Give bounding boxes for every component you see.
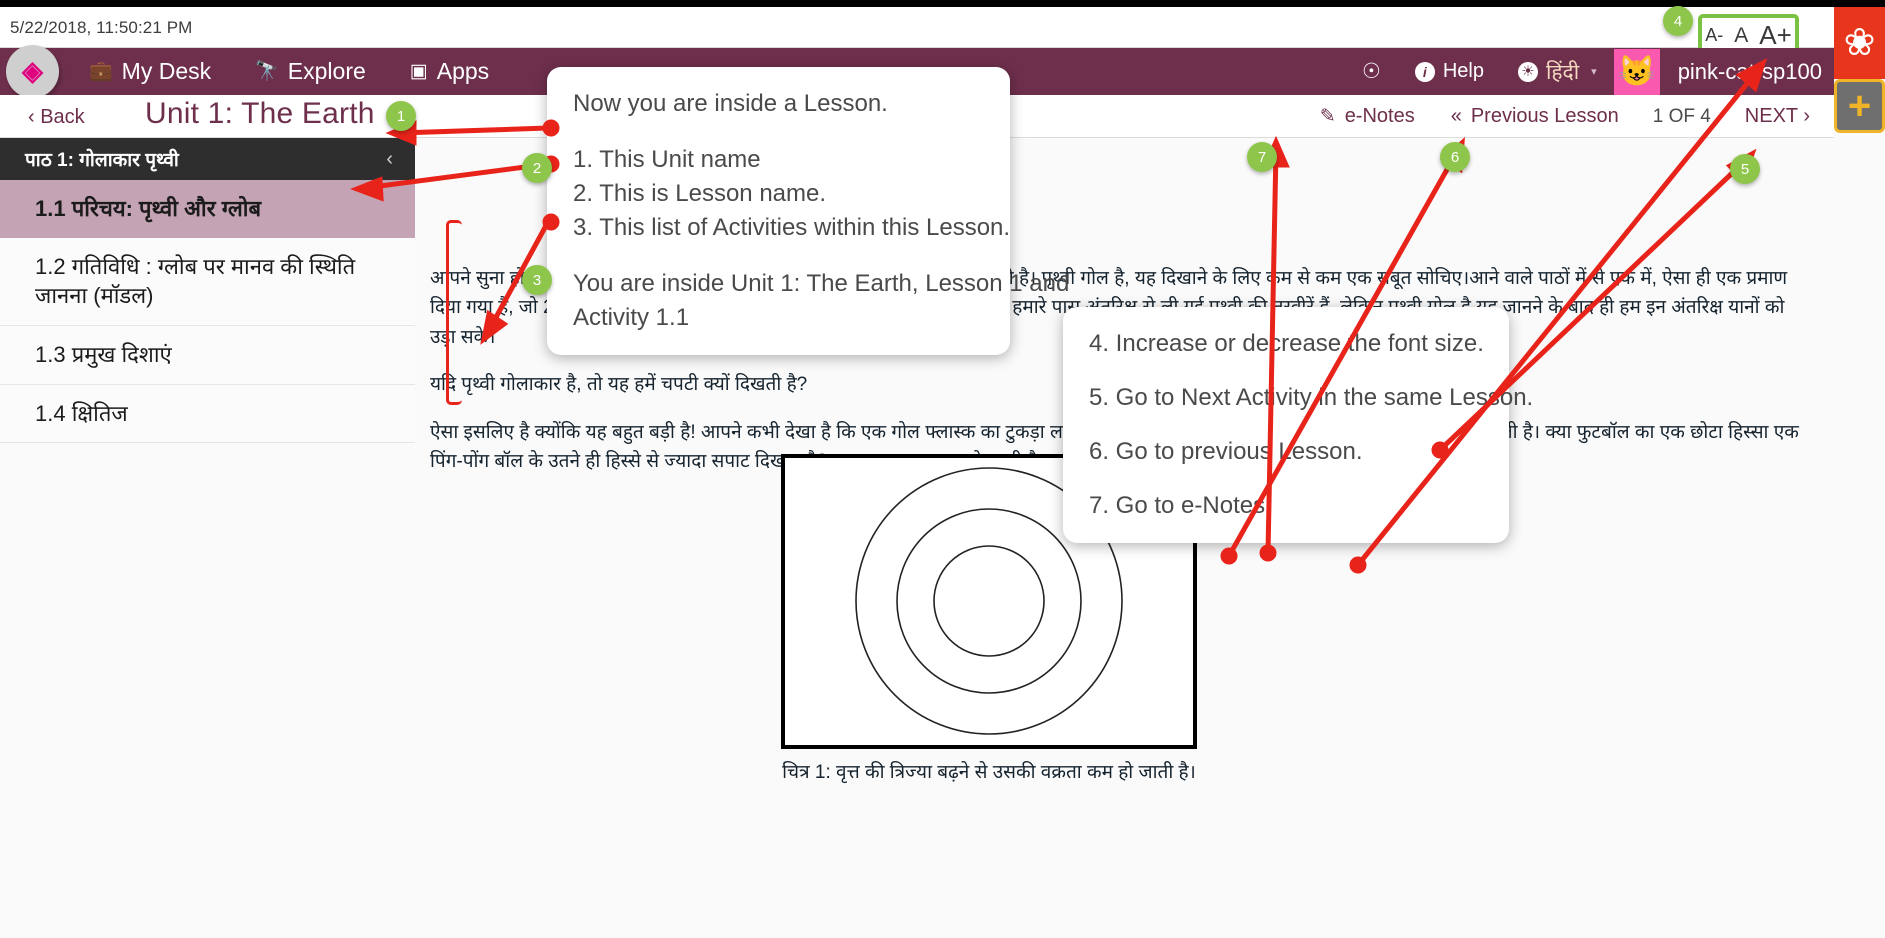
callout-footer-line-1: You are inside Unit 1: The Earth, Lesson… [573, 270, 1070, 298]
butterfly-icon: ❀ [1843, 22, 1876, 64]
plus-icon: + [1847, 84, 1872, 128]
add-button[interactable]: + [1834, 79, 1885, 133]
enotes-button[interactable]: ✎ e-Notes [1302, 105, 1433, 128]
top-black-strip [0, 0, 1885, 7]
next-activity-button[interactable]: NEXT › [1727, 105, 1834, 128]
marker-7: 7 [1247, 142, 1277, 172]
callout-item-3: 3. This list of Activities within this L… [573, 214, 1011, 242]
marker-3: 3 [522, 265, 552, 295]
previous-lesson-label: Previous Lesson [1470, 105, 1619, 127]
collapse-icon[interactable]: ‹ [386, 148, 393, 171]
activity-sidebar: पाठ 1: गोलाकार पृथ्वी ‹ 1.1 परिचय: पृथ्व… [0, 138, 415, 444]
nav-item-explore[interactable]: 🔭 Explore [255, 58, 366, 85]
callout-lesson-intro: Now you are inside a Lesson. 1. This Uni… [547, 67, 1070, 356]
lesson-header[interactable]: पाठ 1: गोलाकार पृथ्वी ‹ [0, 138, 415, 180]
info-icon: i [1414, 61, 1435, 82]
page-indicator: 1 OF 4 [1652, 105, 1711, 127]
sidebar-item-activity-1-3[interactable]: 1.3 प्रमुख दिशाएं [0, 326, 415, 385]
binoculars-icon: 🔭 [255, 61, 279, 82]
notifications-button[interactable]: ☉ [1345, 59, 1398, 84]
font-increase-button[interactable]: A+ [1759, 22, 1792, 48]
unit-title: Unit 1: The Earth [145, 97, 375, 130]
activity-list-highlight [446, 220, 462, 405]
callout-item-6: 6. Go to previous Lesson. [1089, 438, 1363, 466]
briefcase-icon: 💼 [89, 61, 113, 82]
username-label: pink-cat-sp100 [1677, 58, 1822, 84]
marker-4: 4 [1663, 6, 1693, 36]
avatar: 😺 [1613, 48, 1660, 95]
datetime-bar: 5/22/2018, 11:50:21 PM [0, 7, 1885, 48]
callout-item-2: 2. This is Lesson name. [573, 180, 827, 208]
nav-label-my-desk: My Desk [121, 58, 212, 84]
chevron-double-left-icon: « [1450, 105, 1462, 127]
datetime-text: 5/22/2018, 11:50:21 PM [10, 18, 193, 37]
marker-6: 6 [1440, 142, 1470, 172]
marker-2: 2 [522, 153, 552, 183]
nav-item-my-desk[interactable]: 💼 My Desk [89, 58, 211, 85]
sidebar-item-activity-1-4[interactable]: 1.4 क्षितिज [0, 384, 415, 444]
figure-caption: चित्र 1: वृत्त की त्रिज्या बढ़ने से उसकी… [782, 762, 1196, 783]
header-actions: ☉ i Help ☀ हिंदी ▾ 😺 pink-cat-sp100 [1345, 48, 1834, 95]
header-nav: 💼 My Desk 🔭 Explore ▣ Apps [89, 48, 489, 95]
next-label: NEXT › [1744, 105, 1810, 127]
callout-item-7: 7. Go to e-Notes [1089, 492, 1266, 520]
note-edit-icon: ✎ [1319, 106, 1336, 127]
apps-icon: ▣ [409, 61, 428, 82]
sidebar-item-activity-1-1[interactable]: 1.1 परिचय: पृथ्वी और ग्लोब [0, 180, 415, 238]
callout-item-1: 1. This Unit name [573, 146, 761, 174]
nav-label-explore: Explore [287, 58, 366, 84]
callout-intro-text: Now you are inside a Lesson. [573, 90, 888, 117]
previous-lesson-button[interactable]: « Previous Lesson [1433, 105, 1637, 128]
language-label: हिंदी [1545, 60, 1580, 84]
enotes-label: e-Notes [1344, 105, 1415, 127]
nav-item-apps[interactable]: ▣ Apps [410, 58, 489, 85]
butterfly-button[interactable]: ❀ [1834, 7, 1885, 79]
callout-toolbar-help: 4. Increase or decrease the font size. 5… [1063, 307, 1534, 544]
font-normal-button[interactable]: A [1734, 25, 1748, 46]
page-root: 5/22/2018, 11:50:21 PM A- A A+ ◈ 💼 My De… [0, 0, 1885, 938]
logo-icon: ◈ [22, 56, 43, 86]
user-profile[interactable]: 😺 pink-cat-sp100 [1613, 48, 1834, 95]
callout-item-4: 4. Increase or decrease the font size. [1089, 330, 1484, 357]
callout-footer-line-2: Activity 1.1 [573, 304, 690, 332]
chevron-down-icon: ▾ [1591, 66, 1597, 78]
bell-icon: ☉ [1362, 60, 1381, 83]
marker-5: 5 [1730, 154, 1760, 184]
sidebar-item-activity-1-2[interactable]: 1.2 गतिविधि : ग्लोब पर मानव की स्थिति जा… [0, 237, 415, 327]
globe-icon: ☀ [1517, 61, 1538, 82]
right-rail: ❀ + [1834, 7, 1885, 133]
help-button[interactable]: i Help [1398, 60, 1501, 83]
app-logo[interactable]: ◈ [6, 45, 59, 98]
lesson-toolbar-actions: ✎ e-Notes « Previous Lesson 1 OF 4 NEXT … [1302, 95, 1834, 138]
language-selector[interactable]: ☀ हिंदी ▾ [1501, 58, 1614, 86]
font-decrease-button[interactable]: A- [1705, 26, 1723, 44]
callout-item-5: 5. Go to Next Activity in the same Lesso… [1089, 384, 1534, 412]
back-button[interactable]: ‹ Back [28, 106, 85, 129]
lesson-header-label: पाठ 1: गोलाकार पृथ्वी [25, 150, 179, 171]
nav-label-apps: Apps [436, 58, 490, 84]
marker-1: 1 [386, 101, 416, 131]
help-label: Help [1442, 60, 1484, 82]
